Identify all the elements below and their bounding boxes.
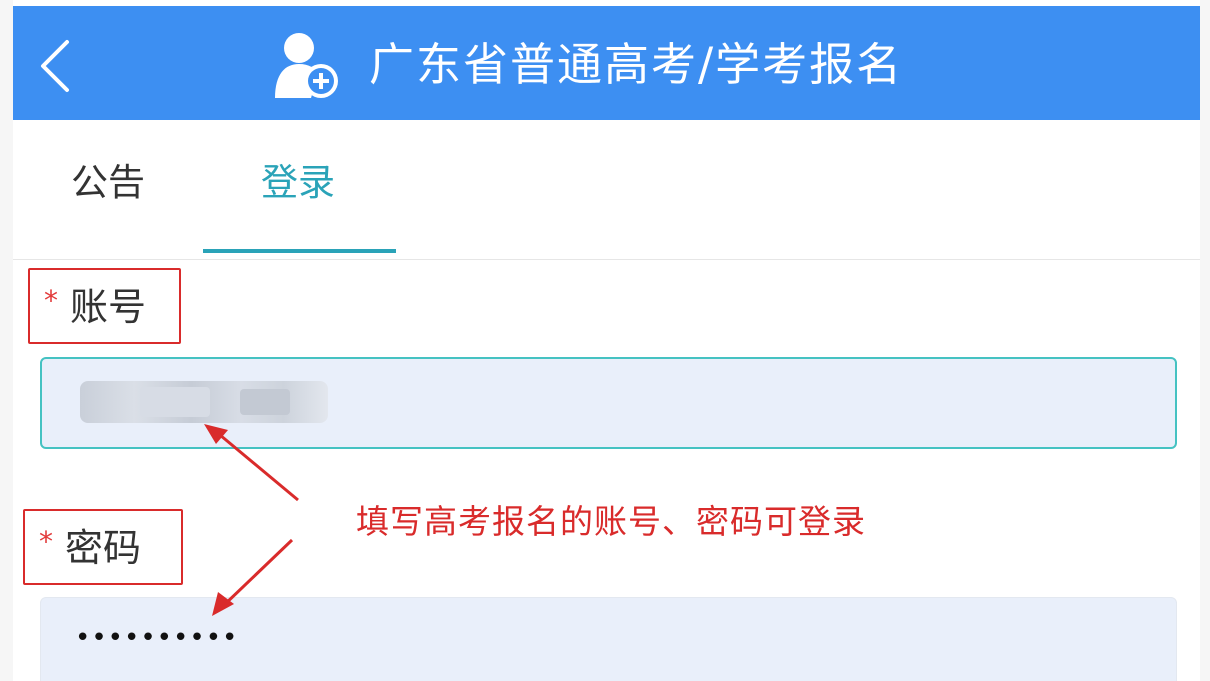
required-mark: * (44, 284, 58, 317)
required-mark: * (39, 525, 53, 558)
back-button[interactable] (37, 36, 77, 96)
account-value-blurred (80, 381, 328, 423)
login-screen: 广东省普通高考/学考报名 公告 登录 * 账号 填写高考报名的账号、密码可登录 … (0, 0, 1210, 681)
account-label-box: * 账号 (28, 268, 181, 344)
page-title: 广东省普通高考/学考报名 (369, 38, 904, 91)
right-margin (1200, 0, 1210, 681)
tab-notice[interactable]: 公告 (71, 158, 145, 208)
password-label: 密码 (65, 526, 142, 570)
password-label-box: * 密码 (23, 509, 183, 585)
left-margin (0, 0, 13, 681)
chevron-left-icon (41, 40, 69, 92)
password-masked-value: •••••••••• (75, 623, 239, 653)
password-input[interactable]: •••••••••• (40, 597, 1177, 681)
user-add-icon (271, 28, 343, 102)
app-header: 广东省普通高考/学考报名 (13, 6, 1200, 120)
annotation-note: 填写高考报名的账号、密码可登录 (356, 502, 866, 541)
account-input[interactable] (40, 357, 1177, 449)
tab-bar: 公告 登录 (13, 120, 1200, 260)
active-tab-indicator (203, 249, 396, 253)
account-label: 账号 (70, 285, 147, 329)
tab-login[interactable]: 登录 (261, 158, 335, 208)
